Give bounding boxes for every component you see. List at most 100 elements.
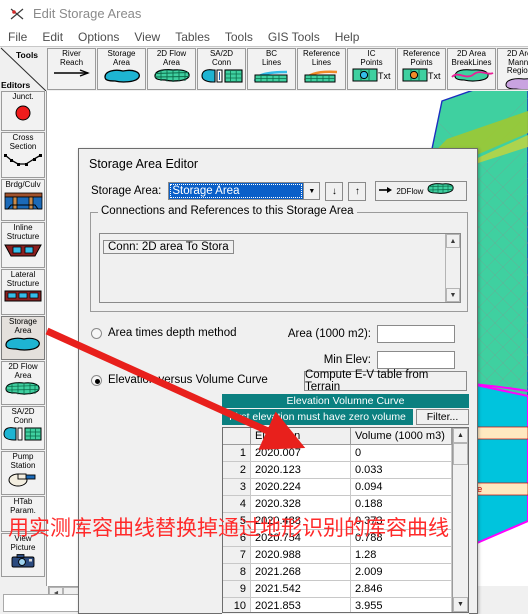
tool-ic-points-label: IC Points — [360, 49, 383, 67]
editor-junction[interactable]: Junct. — [1, 91, 45, 131]
scroll-down-arrow-icon[interactable]: ▼ — [453, 597, 468, 612]
row-volume[interactable]: 2.009 — [351, 564, 452, 581]
row-volume[interactable]: 1.28 — [351, 547, 452, 564]
scroll-down-arrow-icon[interactable]: ▼ — [446, 288, 460, 302]
geometry-icon — [8, 5, 26, 23]
row-volume[interactable]: 0.094 — [351, 479, 452, 496]
row-elevation[interactable]: 2020.007 — [251, 445, 351, 462]
scroll-up-arrow-icon[interactable]: ▲ — [453, 428, 468, 443]
elev-volume-radio[interactable] — [91, 374, 102, 386]
table-row[interactable]: 4 2020.328 0.188 — [223, 496, 452, 513]
table-row[interactable]: 1 2020.007 0 — [223, 445, 452, 462]
table-row[interactable]: 3 2020.224 0.094 — [223, 479, 452, 496]
editor-bridge-culvert-label: Brdg/Culv — [5, 180, 41, 189]
row-elevation[interactable]: 2020.123 — [251, 462, 351, 479]
row-elevation[interactable]: 2021.542 — [251, 581, 351, 598]
table-row[interactable]: 7 2020.988 1.28 — [223, 547, 452, 564]
storage-area-icon — [3, 336, 43, 357]
title-bar: Edit Storage Areas — [0, 0, 528, 27]
row-volume[interactable]: 0.188 — [351, 496, 452, 513]
elev-volume-radio-row[interactable]: Elevation versus Volume Curve — [91, 374, 268, 386]
tool-reference-points[interactable]: Reference Points Txt — [397, 48, 446, 90]
tool-ic-points[interactable]: IC Points Txt — [347, 48, 396, 90]
scroll-up-arrow-icon[interactable]: ▲ — [446, 234, 460, 248]
tool-reference-lines-label: Reference Lines — [303, 49, 340, 67]
table-row[interactable]: 10 2021.853 3.955 — [223, 598, 452, 612]
editor-cross-section-label: Cross Section — [9, 133, 37, 151]
connections-listbox[interactable]: Conn: 2D area To Stora ▲ ▼ — [99, 233, 461, 303]
editor-sa-2d-conn-label: SA/2D Conn — [11, 407, 35, 425]
tools-toolbar: Tools Editors River Reach Storage Area 2… — [0, 46, 528, 92]
connections-group: Connections and References to this Stora… — [90, 205, 468, 312]
row-elevation[interactable]: 2020.224 — [251, 479, 351, 496]
storage-area-combo[interactable]: Storage Area ▼ — [168, 182, 321, 200]
menu-file[interactable]: File — [8, 30, 35, 44]
connections-vertical-scrollbar[interactable]: ▲ ▼ — [445, 234, 460, 302]
tool-storage-area[interactable]: Storage Area — [97, 48, 146, 90]
editor-bridge-culvert[interactable]: Brdg/Culv — [1, 179, 45, 221]
tool-2d-area-mann-regions[interactable]: 2D Area Mann n Regions — [497, 48, 528, 90]
table-row[interactable]: 9 2021.542 2.846 — [223, 581, 452, 598]
menu-help[interactable]: Help — [335, 30, 368, 44]
convert-to-2dflow-button[interactable]: 2DFlow — [375, 181, 468, 201]
table-title: Elevation Volumne Curve — [222, 394, 469, 408]
row-elevation[interactable]: 2020.328 — [251, 496, 351, 513]
menu-tables[interactable]: Tables — [175, 30, 218, 44]
tool-2d-area-mann-regions-label: 2D Area Mann n Regions — [506, 49, 528, 76]
editor-sa-2d-conn[interactable]: SA/2D Conn — [1, 406, 45, 450]
editor-cross-section[interactable]: Cross Section — [1, 132, 45, 178]
table-row[interactable]: 8 2021.268 2.009 — [223, 564, 452, 581]
area-times-depth-radio-row[interactable]: Area times depth method — [91, 327, 237, 339]
row-index: 2 — [223, 462, 251, 479]
tool-reference-points-label: Reference Points — [403, 49, 440, 67]
tool-river-reach[interactable]: River Reach — [47, 48, 96, 90]
chevron-down-icon[interactable]: ▼ — [303, 183, 320, 199]
row-elevation[interactable]: 2020.988 — [251, 547, 351, 564]
compute-ev-table-button[interactable]: Compute E-V table from Terrain — [304, 369, 467, 393]
menu-edit[interactable]: Edit — [42, 30, 71, 44]
row-elevation[interactable]: 2021.268 — [251, 564, 351, 581]
row-volume[interactable]: 0 — [351, 445, 452, 462]
storage-area-editor-dialog: Storage Area Editor Storage Area: Storag… — [78, 148, 478, 614]
table-row[interactable]: 2 2020.123 0.033 — [223, 462, 452, 479]
prev-storage-area-button[interactable]: ↑ — [348, 181, 367, 201]
menu-gis-tools[interactable]: GIS Tools — [268, 30, 328, 44]
menu-options[interactable]: Options — [78, 30, 127, 44]
menu-tools[interactable]: Tools — [225, 30, 261, 44]
convert-to-2dflow-label: 2DFlow — [396, 186, 424, 196]
tool-2d-flow-area[interactable]: 2D Flow Area — [147, 48, 196, 90]
row-volume[interactable]: 3.955 — [351, 598, 452, 612]
editor-storage-area[interactable]: Storage Area — [1, 316, 45, 360]
tool-2d-area-breaklines[interactable]: 2D Area BreakLines — [447, 48, 496, 90]
scroll-thumb[interactable] — [453, 443, 468, 465]
menu-view[interactable]: View — [134, 30, 168, 44]
row-volume[interactable]: 0.033 — [351, 462, 452, 479]
tool-reference-lines[interactable]: Reference Lines — [297, 48, 346, 90]
editor-inline-structure[interactable]: Inline Structure — [1, 222, 45, 268]
row-elevation[interactable]: 2021.853 — [251, 598, 351, 612]
editor-pump-station[interactable]: Pump Station — [1, 451, 45, 495]
next-storage-area-button[interactable]: ↓ — [325, 181, 344, 201]
camera-icon — [10, 553, 36, 573]
editor-lateral-structure[interactable]: Lateral Structure — [1, 269, 45, 315]
editor-junction-label: Junct. — [12, 92, 34, 101]
table-note: First elevation must have zero volume — [222, 409, 413, 425]
filter-button[interactable]: Filter... — [416, 409, 469, 425]
tool-sa-2d-conn-label: SA/2D Conn — [209, 49, 234, 67]
min-elev-input[interactable] — [377, 351, 455, 369]
list-item[interactable]: Conn: 2D area To Stora — [103, 240, 234, 254]
inline-structure-icon — [2, 242, 44, 263]
editor-htab-param-label: HTab Param. — [10, 497, 36, 515]
area-times-depth-radio[interactable] — [91, 327, 102, 339]
tool-bc-lines[interactable]: BC Lines — [247, 48, 296, 90]
tool-sa-2d-conn[interactable]: SA/2D Conn — [197, 48, 246, 90]
2d-area-mann-regions-icon — [502, 77, 528, 89]
editor-2d-flow-area[interactable]: 2D Flow Area — [1, 361, 45, 405]
row-index: 8 — [223, 564, 251, 581]
grid-header-index — [223, 428, 251, 445]
area-input[interactable] — [377, 325, 455, 343]
dialog-title: Storage Area Editor — [89, 157, 199, 171]
area-label: Area (1000 m2): — [287, 328, 371, 340]
row-volume[interactable]: 2.846 — [351, 581, 452, 598]
area-field-row: Area (1000 m2): — [279, 325, 455, 343]
